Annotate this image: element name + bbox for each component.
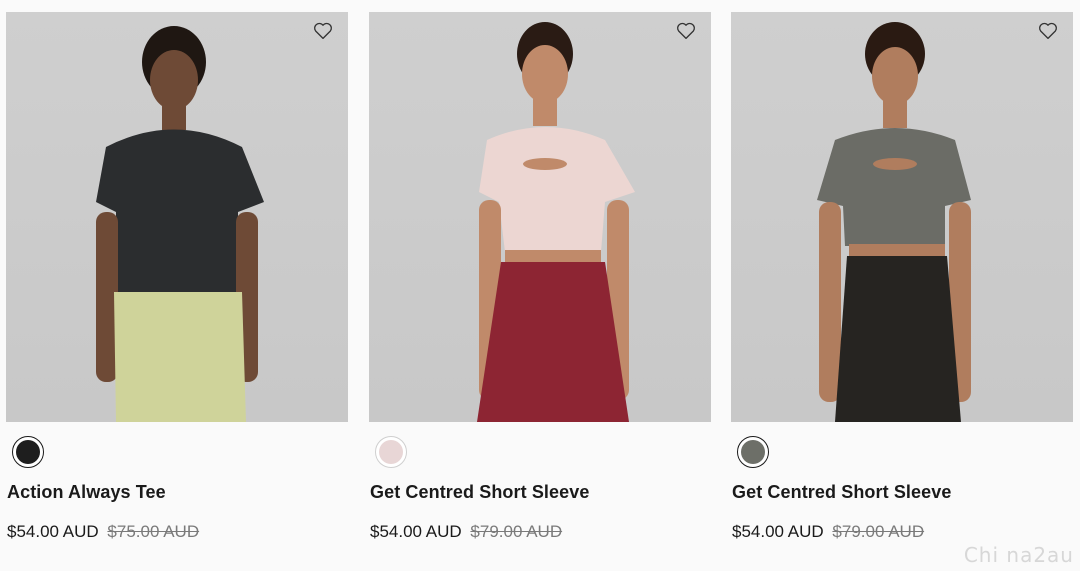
wishlist-heart-icon[interactable] [312,20,334,42]
face [150,50,198,110]
face [522,45,568,103]
color-swatch[interactable] [737,436,769,468]
swatch-fill [379,440,403,464]
left-arm [819,202,841,402]
model-photo [817,22,971,422]
product-price: $54.00 AUD $75.00 AUD [7,522,199,542]
model-photo [477,22,635,422]
midriff [505,250,601,264]
neck [883,100,907,128]
product-image[interactable] [369,12,711,422]
product-price: $54.00 AUD $79.00 AUD [732,522,924,542]
midriff [849,244,945,258]
color-swatch[interactable] [12,436,44,468]
sale-price: $54.00 AUD [732,522,824,541]
product-price: $54.00 AUD $79.00 AUD [370,522,562,542]
product-image[interactable] [6,12,348,422]
product-name[interactable]: Get Centred Short Sleeve [732,482,951,503]
product-image[interactable] [731,12,1073,422]
model-photo [96,26,264,422]
cutout [523,158,567,170]
watermark: Chi na2au [963,543,1074,567]
product-card[interactable]: Get Centred Short Sleeve $54.00 AUD $79.… [369,12,711,541]
product-card[interactable]: Action Always Tee $54.00 AUD $75.00 AUD [6,12,348,541]
wishlist-heart-icon[interactable] [1037,20,1059,42]
neck [533,98,557,126]
product-name[interactable]: Action Always Tee [7,482,166,503]
swatch-fill [16,440,40,464]
product-name[interactable]: Get Centred Short Sleeve [370,482,589,503]
face [872,47,918,105]
neck [162,104,186,130]
product-card[interactable]: Get Centred Short Sleeve $54.00 AUD $79.… [731,12,1073,541]
bottom-garment [477,262,629,422]
product-grid: Action Always Tee $54.00 AUD $75.00 AUD [0,0,1080,571]
original-price: $79.00 AUD [470,522,563,541]
sale-price: $54.00 AUD [370,522,462,541]
sale-price: $54.00 AUD [7,522,99,541]
swatch-fill [741,440,765,464]
wishlist-heart-icon[interactable] [675,20,697,42]
original-price: $79.00 AUD [832,522,925,541]
cutout [873,158,917,170]
color-swatch[interactable] [375,436,407,468]
bottom-garment [114,292,246,422]
original-price: $75.00 AUD [107,522,200,541]
bottom-garment [835,256,961,422]
